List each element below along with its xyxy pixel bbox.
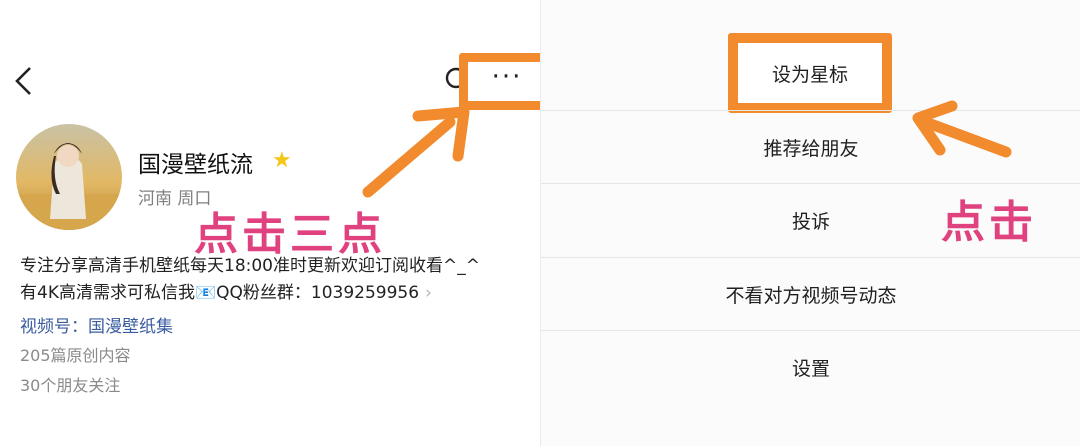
channel-link[interactable]: 视频号：国漫壁纸集 <box>20 312 173 337</box>
avatar[interactable] <box>16 124 122 230</box>
arrow-icon <box>912 100 1012 158</box>
profile-panel: ··· 国漫壁纸流 ★ 河南 周口 点击三点 专注分享高清手机壁纸每天18:00… <box>0 0 555 446</box>
menu-item-hide-channel-updates[interactable]: 不看对方视频号动态 <box>541 258 1080 330</box>
account-name: 国漫壁纸流 <box>138 152 253 178</box>
action-menu-panel: 设为星标 推荐给朋友 投诉 不看对方视频号动态 设置 点击 <box>540 0 1080 446</box>
bio-line-2[interactable]: 有4K高清需求可私信我📧QQ粉丝群：1039259956 › <box>20 278 432 303</box>
arrow-icon <box>362 106 470 198</box>
more-icon: ··· <box>491 61 523 92</box>
friends-following[interactable]: 30个朋友关注 <box>20 372 120 396</box>
back-icon[interactable] <box>12 64 34 98</box>
menu-item-set-star[interactable]: 设为星标 <box>728 33 892 113</box>
bio-line-2-text: 有4K高清需求可私信我📧QQ粉丝群：1039259956 <box>20 283 420 303</box>
chevron-right-icon: › <box>425 283 432 303</box>
annotation-label: 点击 <box>941 197 1037 248</box>
original-count[interactable]: 205篇原创内容 <box>20 342 131 366</box>
star-icon: ★ <box>272 148 292 173</box>
bio-line-1: 专注分享高清手机壁纸每天18:00准时更新欢迎订阅收看^_^ <box>20 256 480 276</box>
menu-item-settings[interactable]: 设置 <box>541 331 1080 403</box>
